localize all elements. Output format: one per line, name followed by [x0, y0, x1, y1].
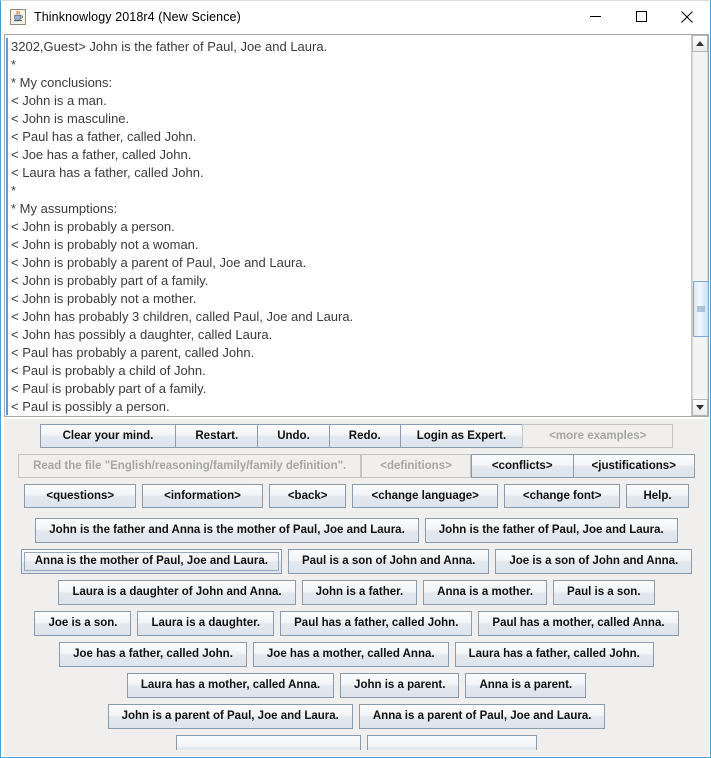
sentence-row: Joe is a son. Laura is a daughter. Paul ha… [4, 611, 709, 636]
java-coffee-cup-icon [10, 8, 26, 25]
toolbar-row: Clear your mind. Restart. Undo. Redo. Login … [4, 424, 709, 448]
toolbar-button[interactable]: Restart. [175, 424, 258, 448]
sentence-button[interactable]: Paul has a mother, called Anna. [478, 611, 679, 636]
sentence-button[interactable]: John is the father of Paul, Joe and Laur… [424, 518, 678, 543]
sentence-button[interactable]: Paul has a father, called John. [280, 611, 473, 636]
maximize-button[interactable] [618, 1, 664, 32]
output-line: < John is a man. [11, 93, 107, 108]
application-window: Thinknowlogy 2018r4 (New Science) 3202,G… [0, 0, 711, 758]
nav-button[interactable]: <change language> [352, 484, 498, 508]
close-icon [681, 10, 693, 23]
sentence-button[interactable]: Joe has a father, called John. [59, 642, 247, 667]
toolbar-button[interactable]: Clear your mind. [39, 424, 176, 448]
navigation-row: <questions> <information> <back> <change la… [4, 484, 709, 508]
minimize-icon [589, 16, 601, 17]
toolbar-button[interactable]: Redo. [328, 424, 400, 448]
sentence-button[interactable]: Joe has a mother, called Anna. [252, 642, 449, 667]
nav-button[interactable]: <information> [142, 484, 263, 508]
control-panel: Clear your mind. Restart. Undo. Redo. Login … [4, 419, 709, 756]
output-line: < John is probably not a mother. [11, 291, 197, 306]
text-caret [6, 38, 8, 415]
scrollbar-grip-icon [697, 306, 705, 312]
output-lines: 3202,Guest> John is the father of Paul, … [8, 38, 691, 416]
sentence-button[interactable]: John is a parent. [340, 673, 460, 698]
file-action-button[interactable]: <conflicts> [470, 454, 573, 478]
output-text-content[interactable]: 3202,Guest> John is the father of Paul, … [5, 35, 691, 416]
output-line: < Paul is probably part of a family. [11, 381, 207, 396]
output-line: < John is probably part of a family. [11, 273, 209, 288]
sentence-row: Laura is a daughter of John and Anna. Joh… [4, 580, 709, 605]
sentence-button[interactable]: Laura has a mother, called Anna. [126, 673, 335, 698]
nav-button[interactable]: <back> [268, 484, 347, 508]
sentence-row: Joe has a father, called John. Joe has a … [4, 642, 709, 667]
file-action-button: Read the file "English/reasoning/family/… [18, 454, 362, 478]
toolbar-button[interactable]: Login as Expert. [399, 424, 523, 448]
sentence-button[interactable]: Laura is a daughter. [137, 611, 275, 636]
output-line: * My assumptions: [11, 201, 118, 216]
sentence-button[interactable]: John is a father. [301, 580, 418, 605]
output-line: < John is probably not a woman. [11, 237, 199, 252]
output-line: * My conclusions: [11, 75, 113, 90]
maximize-icon [635, 11, 647, 22]
file-action-button: <definitions> [361, 454, 471, 478]
output-line: < Paul is probably a child of John. [11, 363, 206, 378]
output-line: 3202,Guest> John is the father of Paul, … [11, 39, 328, 54]
sentence-button[interactable]: Paul is a son. [553, 580, 655, 605]
file-action-button[interactable]: <justifications> [572, 454, 695, 478]
output-line: < John is probably a person. [11, 219, 175, 234]
output-line: < Laura has a father, called John. [11, 165, 204, 180]
sentence-button[interactable]: John is a parent of Paul, Joe and Laura. [107, 704, 353, 729]
sentence-button[interactable]: Joe is a son. [34, 611, 132, 636]
output-line: < John is masculine. [11, 111, 130, 126]
nav-button[interactable]: Help. [626, 484, 689, 508]
title-bar: Thinknowlogy 2018r4 (New Science) [1, 1, 710, 32]
toolbar-button[interactable]: Undo. [257, 424, 329, 448]
output-line: < Paul has probably a parent, called Joh… [11, 345, 255, 360]
output-line: < Joe has a father, called John. [11, 147, 192, 162]
sentence-button[interactable]: Anna is the mother of Paul, Joe and Laur… [20, 549, 282, 574]
close-button[interactable] [664, 1, 710, 32]
window-title: Thinknowlogy 2018r4 (New Science) [34, 9, 241, 24]
nav-button[interactable]: <questions> [24, 484, 137, 508]
output-line: * [11, 183, 17, 198]
sentence-button[interactable]: Laura is a daughter of John and Anna. [58, 580, 296, 605]
output-line: < Paul is possibly a person. [11, 399, 170, 414]
scrollbar-thumb[interactable] [693, 281, 709, 337]
sentence-button[interactable]: Laura has a father, called John. [454, 642, 654, 667]
output-line: < John is probably a parent of Paul, Joe… [11, 255, 307, 270]
sentence-button[interactable]: John is the father and Anna is the mothe… [35, 518, 419, 543]
sentence-button[interactable]: Anna is a parent of Paul, Joe and Laura. [358, 704, 606, 729]
sentence-suggestion-block: John is the father and Anna is the mothe… [4, 518, 709, 756]
sentence-row: John is the father and Anna is the mothe… [4, 518, 709, 543]
sentence-button[interactable]: Anna is a mother. [423, 580, 548, 605]
sentence-row: John is a parent of Paul, Joe and Laura.… [4, 704, 709, 729]
output-line: < John has probably 3 children, called P… [11, 309, 354, 324]
scroll-down-arrow-icon[interactable] [692, 399, 708, 416]
sentence-row: Anna is the mother of Paul, Joe and Laur… [4, 549, 709, 574]
sentence-button[interactable]: Paul is a son of John and Anna. [287, 549, 490, 574]
file-action-row: Read the file "English/reasoning/family/… [4, 454, 709, 478]
vertical-scrollbar[interactable] [691, 35, 709, 416]
scroll-up-arrow-icon[interactable] [692, 35, 708, 52]
sentence-button[interactable]: Joe is a son of John and Anna. [495, 549, 693, 574]
output-line: * [11, 57, 17, 72]
output-text-pane[interactable]: 3202,Guest> John is the father of Paul, … [4, 34, 709, 417]
nav-button[interactable]: <change font> [503, 484, 621, 508]
output-line: < John has possibly a daughter, called L… [11, 327, 273, 342]
minimize-button[interactable] [572, 1, 618, 32]
toolbar-button: <more examples> [522, 424, 674, 448]
sentence-row: Laura has a mother, called Anna. John is … [4, 673, 709, 698]
scrollbar-track[interactable] [692, 52, 709, 399]
panel-bottom-edge [4, 750, 709, 756]
sentence-button[interactable]: Anna is a parent. [465, 673, 587, 698]
output-line: < Paul has a father, called John. [11, 129, 197, 144]
